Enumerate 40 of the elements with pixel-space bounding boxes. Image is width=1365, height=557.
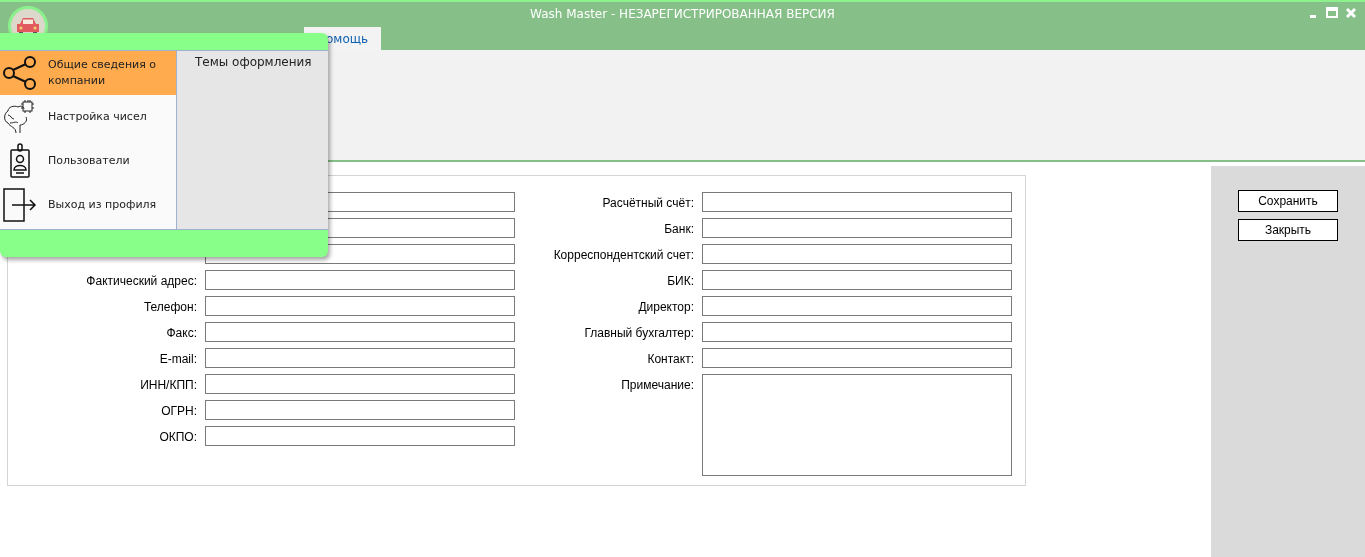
action-button[interactable]: Сохранить <box>1238 190 1338 212</box>
input-field[interactable] <box>702 192 1012 212</box>
field-label: Факс: <box>166 326 197 340</box>
share-icon <box>2 55 38 91</box>
field-label: Телефон: <box>143 300 197 314</box>
input-field[interactable] <box>702 244 1012 264</box>
field-label: Главный бухгалтер: <box>584 326 694 340</box>
input-field[interactable] <box>205 270 515 290</box>
input-field[interactable] <box>205 426 515 446</box>
action-button[interactable]: Закрыть <box>1238 219 1338 241</box>
input-field[interactable] <box>205 296 515 316</box>
field-label: Расчётный счёт: <box>602 196 694 210</box>
field-label: ИНН/КПП: <box>140 378 197 392</box>
input-field[interactable] <box>205 374 515 394</box>
menu-item[interactable]: Настройка чисел <box>0 95 176 139</box>
field-label: Примечание: <box>621 378 694 392</box>
input-field[interactable] <box>205 348 515 368</box>
field-label: E-mail: <box>159 352 197 366</box>
menu-item[interactable]: Общие сведения о компании <box>0 51 176 95</box>
field-label: ОКПО: <box>159 430 197 444</box>
field-label: Корреспондентский счет: <box>553 248 694 262</box>
field-label: ОГРН: <box>161 404 197 418</box>
field-label: Контакт: <box>647 352 694 366</box>
field-label: Банк: <box>664 222 694 236</box>
window-title: Wash Master - НЕЗАРЕГИСТРИРОВАННАЯ ВЕРСИЯ <box>530 7 835 21</box>
field-label: Директор: <box>638 300 694 314</box>
input-field[interactable] <box>702 296 1012 316</box>
input-field[interactable] <box>205 322 515 342</box>
input-field[interactable] <box>702 348 1012 368</box>
menu-item[interactable]: Темы оформления <box>195 55 328 69</box>
field-label: Фактический адрес: <box>86 274 197 288</box>
input-field[interactable] <box>205 400 515 420</box>
menu-item[interactable]: Пользователи <box>0 139 176 183</box>
input-field[interactable] <box>702 322 1012 342</box>
field-label: БИК: <box>667 274 694 288</box>
input-field[interactable] <box>702 270 1012 290</box>
menu-item[interactable]: Выход из профиля <box>0 183 176 227</box>
note-field[interactable] <box>702 374 1012 476</box>
input-field[interactable] <box>702 218 1012 238</box>
exit-icon <box>2 187 38 223</box>
